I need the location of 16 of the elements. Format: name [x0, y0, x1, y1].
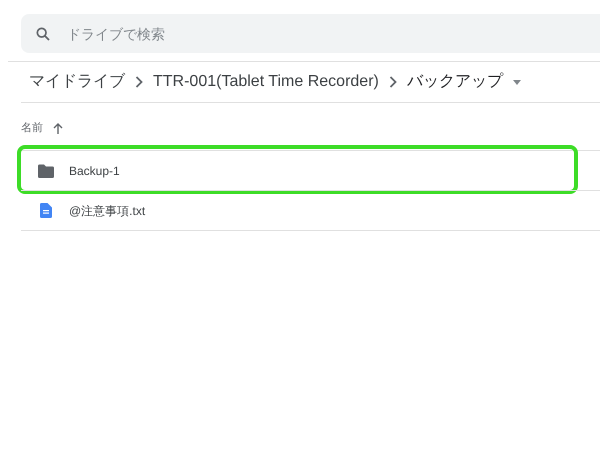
file-row[interactable]: Backup-1 — [21, 151, 600, 190]
folder-icon — [37, 164, 55, 178]
file-name: @注意事項.txt — [69, 202, 146, 220]
caret-icon[interactable] — [512, 80, 521, 84]
document-icon — [40, 203, 52, 218]
sort-arrow-icon[interactable] — [53, 123, 63, 134]
search-icon — [35, 26, 51, 42]
column-header[interactable]: 名前 — [21, 120, 43, 137]
breadcrumb-item[interactable]: マイドライブ — [29, 70, 125, 94]
breadcrumb-item[interactable]: バックアップ — [406, 70, 503, 94]
breadcrumb-item[interactable]: TTR-001(Tablet Time Recorder) — [153, 70, 379, 94]
search-field[interactable]: ドライブで検索 — [21, 14, 600, 53]
file-row[interactable]: @注意事項.txt — [21, 191, 600, 230]
chevron-icon — [135, 76, 143, 88]
chevron-icon — [388, 76, 397, 88]
file-name: Backup-1 — [69, 162, 120, 180]
